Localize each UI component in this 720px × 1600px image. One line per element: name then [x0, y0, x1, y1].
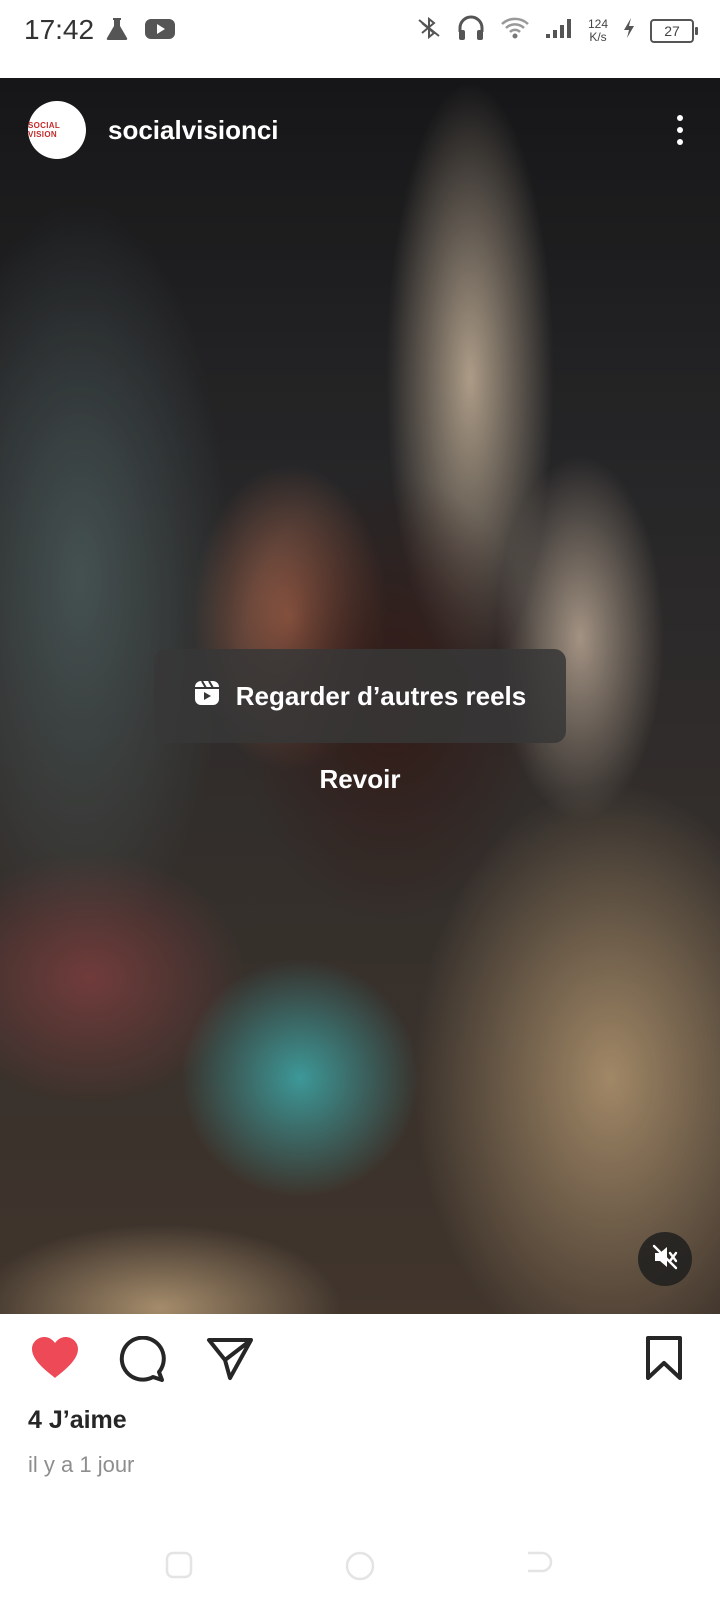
more-dot-icon	[677, 115, 683, 121]
avatar-logo-text: SOCIAL VISION	[28, 121, 60, 139]
flask-icon	[104, 16, 130, 47]
signal-icon	[544, 16, 574, 45]
recent-apps-icon[interactable]	[164, 1550, 194, 1585]
more-options-button[interactable]	[668, 110, 692, 150]
bluetooth-off-icon	[416, 15, 442, 46]
replay-button[interactable]: Revoir	[0, 764, 720, 795]
bookmark-icon[interactable]	[644, 1336, 684, 1385]
network-speed-unit: K/s	[589, 29, 607, 44]
comment-icon[interactable]	[118, 1335, 166, 1387]
reels-icon	[194, 680, 220, 713]
more-dot-icon	[677, 127, 683, 133]
youtube-icon	[144, 17, 176, 46]
username[interactable]: socialvisionci	[108, 115, 279, 146]
post-actions	[0, 1314, 720, 1394]
system-nav-bar	[0, 1520, 720, 1600]
status-bar: 17:42 124 K/s 27	[0, 0, 720, 78]
battery-level: 27	[650, 18, 698, 43]
status-time: 17:42	[24, 14, 95, 45]
wifi-icon	[500, 16, 530, 45]
post-header: SOCIAL VISION socialvisionci	[28, 100, 692, 160]
mute-toggle-button[interactable]	[638, 1232, 692, 1286]
like-heart-icon[interactable]	[30, 1336, 80, 1385]
watch-more-reels-button[interactable]: Regarder d’autres reels	[154, 649, 566, 743]
speaker-muted-icon	[651, 1243, 679, 1276]
headphones-icon	[456, 14, 486, 47]
likes-count[interactable]: 4 J’aime	[28, 1406, 127, 1435]
more-dot-icon	[677, 139, 683, 145]
home-icon[interactable]	[344, 1550, 376, 1587]
charging-icon	[622, 17, 636, 44]
post-timestamp: il y a 1 jour	[28, 1452, 135, 1477]
network-speed: 124 K/s	[587, 16, 608, 44]
share-send-icon[interactable]	[206, 1336, 254, 1387]
reel-video[interactable]: SOCIAL VISION socialvisionci Regarder d’…	[0, 78, 720, 1314]
watch-more-reels-label: Regarder d’autres reels	[235, 680, 527, 711]
network-speed-value: 124	[587, 16, 608, 31]
back-icon[interactable]	[524, 1550, 554, 1585]
avatar[interactable]: SOCIAL VISION	[28, 101, 86, 159]
